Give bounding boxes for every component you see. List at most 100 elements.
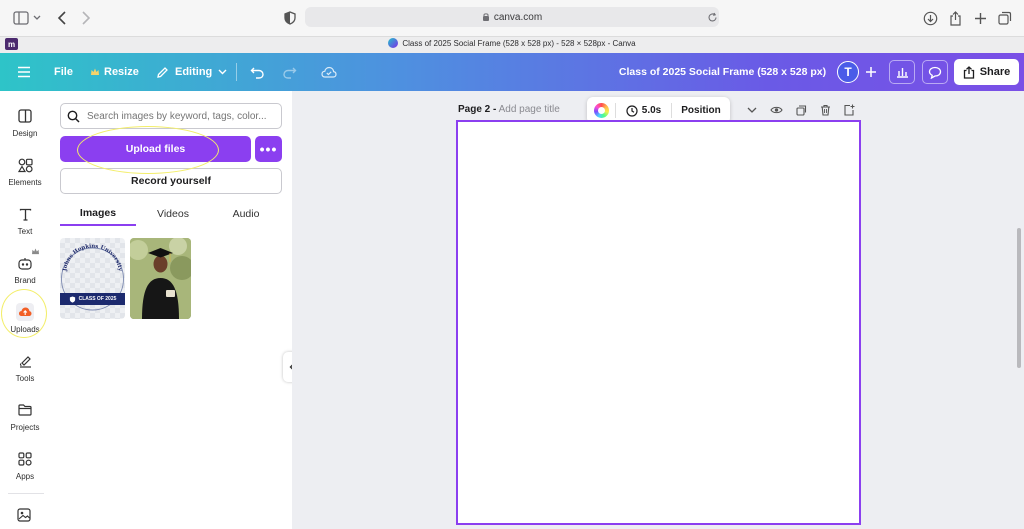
download-icon[interactable] xyxy=(921,9,939,27)
sidebar-item-design[interactable]: Design xyxy=(0,105,50,149)
tab-images[interactable]: Images xyxy=(60,202,136,226)
invite-button[interactable] xyxy=(858,60,884,84)
duration-button[interactable]: 5.0s xyxy=(616,104,671,117)
address-bar[interactable]: canva.com xyxy=(305,7,719,27)
uploads-icon xyxy=(16,303,34,321)
hide-page-button[interactable] xyxy=(769,103,783,117)
sidebar-item-apps[interactable]: Apps xyxy=(0,448,50,492)
sidebar-item-label: Design xyxy=(12,129,38,138)
undo-icon xyxy=(250,67,264,79)
sidebar-toggle-icon[interactable] xyxy=(12,9,30,27)
design-page-canvas[interactable] xyxy=(456,120,861,525)
toolbar-divider xyxy=(236,63,237,81)
brand-icon xyxy=(18,257,32,270)
new-tab-icon[interactable] xyxy=(971,9,989,27)
projects-icon xyxy=(18,404,32,416)
browser-tab-title: Class of 2025 Social Frame (528 x 528 px… xyxy=(402,38,636,48)
resize-button[interactable]: Resize xyxy=(90,53,139,91)
share-page-icon[interactable] xyxy=(946,9,964,27)
elements-icon xyxy=(17,158,33,172)
undo-button[interactable] xyxy=(250,53,265,91)
sidebar-item-label: Uploads xyxy=(10,325,40,334)
sidebar-item-label: Tools xyxy=(15,374,35,383)
class-banner-text: CLASS OF 2025 xyxy=(78,296,117,302)
color-wheel-icon xyxy=(593,103,609,118)
design-icon xyxy=(18,109,32,123)
privacy-shield-icon[interactable] xyxy=(281,9,299,27)
upload-files-button[interactable]: Upload files xyxy=(60,136,251,162)
share-button[interactable]: Share xyxy=(954,59,1019,85)
tab-audio[interactable]: Audio xyxy=(210,202,282,226)
duplicate-page-button[interactable] xyxy=(794,103,808,117)
duration-value: 5.0s xyxy=(641,105,662,116)
sidebar-item-label: Elements xyxy=(8,178,42,187)
reload-icon[interactable] xyxy=(703,8,721,26)
page-label: Page 2 - xyxy=(458,104,497,115)
position-button[interactable]: Position xyxy=(672,105,730,116)
add-page-button[interactable] xyxy=(842,103,856,117)
comment-icon xyxy=(928,66,942,79)
page-title-input[interactable]: Add page title xyxy=(499,104,560,115)
uploaded-photo-graduate[interactable] xyxy=(130,238,191,319)
chevron-down-icon xyxy=(218,69,227,75)
sidebar-item-text[interactable]: Text xyxy=(0,203,50,247)
search-icon xyxy=(67,110,80,123)
apps-icon xyxy=(18,452,32,466)
cloud-save-status[interactable] xyxy=(321,53,337,91)
browser-tab[interactable]: Class of 2025 Social Frame (528 x 528 px… xyxy=(0,38,1024,48)
pencil-icon xyxy=(157,66,168,78)
search-bar[interactable] xyxy=(60,103,282,129)
lock-icon xyxy=(482,13,489,21)
share-label: Share xyxy=(979,66,1011,78)
editing-mode-button[interactable]: Editing xyxy=(156,53,227,91)
crown-icon xyxy=(91,68,99,75)
sidebar-item-brand[interactable]: Brand xyxy=(0,248,50,296)
redo-button[interactable] xyxy=(282,53,297,91)
frame-arc-text: Johns Hopkins University xyxy=(62,243,123,272)
url-text: canva.com xyxy=(493,11,543,23)
insights-button[interactable] xyxy=(889,60,915,84)
text-icon xyxy=(19,208,31,221)
sidebar-item-photos[interactable] xyxy=(17,508,31,522)
main-menu-button[interactable] xyxy=(17,53,31,91)
sidebar-item-label: Projects xyxy=(10,423,40,432)
tab-videos[interactable]: Videos xyxy=(136,202,210,226)
sidebar-item-label: Brand xyxy=(14,276,36,285)
tab-overview-icon[interactable] xyxy=(996,9,1014,27)
clock-icon xyxy=(626,104,638,117)
trash-icon xyxy=(820,104,830,116)
svg-text:Johns Hopkins University: Johns Hopkins University xyxy=(62,243,123,272)
plus-icon xyxy=(866,67,876,77)
more-options-button[interactable]: ••• xyxy=(255,136,282,162)
add-page-icon xyxy=(844,104,855,116)
comments-button[interactable] xyxy=(922,60,948,84)
sidebar-item-elements[interactable]: Elements xyxy=(0,154,50,198)
document-title[interactable]: Class of 2025 Social Frame (528 x 528 px… xyxy=(600,53,845,91)
sidebar-item-tools[interactable]: Tools xyxy=(0,350,50,394)
search-input[interactable] xyxy=(87,110,273,122)
file-label: File xyxy=(54,66,73,78)
resize-label: Resize xyxy=(104,66,139,78)
crown-icon xyxy=(32,248,39,255)
position-label: Position xyxy=(681,105,721,116)
file-menu-button[interactable]: File xyxy=(54,53,73,91)
back-icon[interactable] xyxy=(53,9,71,27)
image-icon xyxy=(17,508,31,522)
delete-page-button[interactable] xyxy=(818,103,832,117)
record-yourself-button[interactable]: Record yourself xyxy=(60,168,282,194)
bar-chart-icon xyxy=(896,68,908,78)
tools-icon xyxy=(19,356,31,368)
browser-toolbar: canva.com xyxy=(0,0,1024,36)
workspace-scrollbar[interactable] xyxy=(1017,228,1021,368)
duplicate-icon xyxy=(795,104,806,116)
chevron-down-icon[interactable] xyxy=(31,9,43,27)
page-collapse-button[interactable] xyxy=(745,103,759,117)
forward-icon[interactable] xyxy=(77,9,95,27)
sidebar-item-projects[interactable]: Projects xyxy=(0,399,50,443)
sidebar-item-uploads[interactable]: Uploads xyxy=(0,301,50,345)
uploaded-image-frame[interactable]: Johns Hopkins University CLASS OF 2025 xyxy=(60,238,125,319)
color-picker-button[interactable] xyxy=(587,103,615,118)
eye-icon xyxy=(769,106,783,114)
avatar[interactable]: T xyxy=(837,61,859,83)
class-banner: CLASS OF 2025 xyxy=(60,293,125,305)
